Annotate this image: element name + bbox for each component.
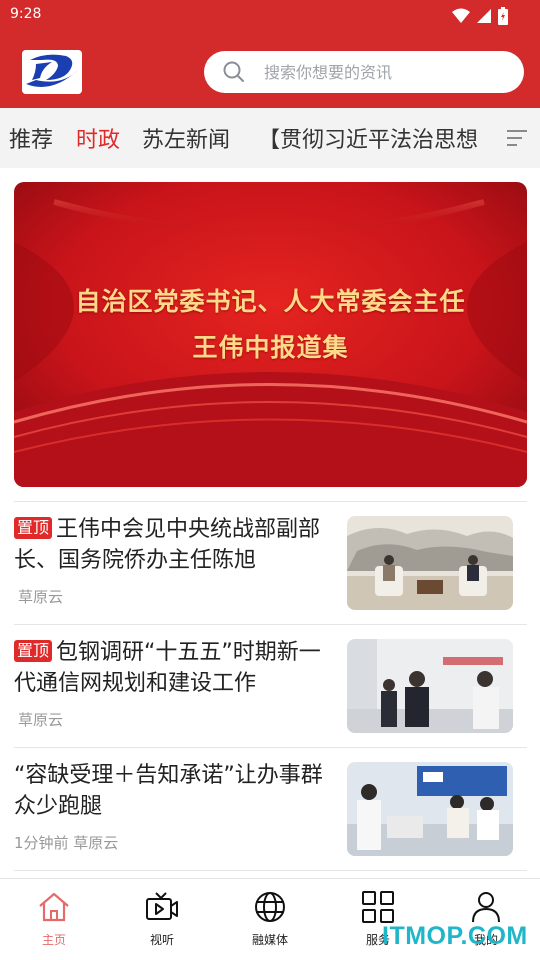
nav-home[interactable]: 主页: [14, 889, 94, 948]
tab-recommend[interactable]: 推荐: [9, 122, 53, 154]
nav-media[interactable]: 融媒体: [230, 889, 310, 948]
tab-menu-button[interactable]: [494, 108, 540, 168]
news-thumbnail: [347, 516, 513, 610]
grid-icon: [362, 891, 394, 923]
tab-rule-of-law[interactable]: 【贯彻习近平法治思想: [258, 122, 478, 154]
pinned-badge: 置顶: [14, 517, 53, 539]
search-bar[interactable]: [204, 51, 524, 93]
home-icon: [39, 892, 69, 922]
app-logo[interactable]: [22, 50, 82, 94]
tab-politics[interactable]: 时政: [76, 122, 120, 154]
user-icon: [472, 892, 500, 923]
menu-icon: [507, 130, 527, 146]
news-title-text: 包钢调研“十五五”时期新一代通信网规划和建设工作: [14, 640, 321, 696]
search-input[interactable]: [264, 62, 504, 82]
battery-icon: [498, 7, 508, 25]
channel-tabs: 推荐 时政 苏左新闻 【贯彻习近平法治思想: [0, 108, 540, 168]
news-item[interactable]: “容缺受理＋告知承诺”让办事群众少跑腿 1分钟前 草原云: [14, 748, 527, 870]
app-screen: 9:28 推荐 时政 苏左新闻 【: [0, 0, 540, 960]
nav-label: 融媒体: [251, 933, 288, 947]
news-source: 草原云: [18, 588, 64, 606]
status-icons: [452, 6, 508, 26]
news-meta: 1分钟前 草原云: [14, 834, 119, 852]
search-icon: [223, 61, 244, 82]
news-item[interactable]: 置顶 王伟中会见中央统战部副部长、国务院侨办主任陈旭 草原云: [14, 502, 527, 624]
video-icon: [146, 892, 178, 920]
tab-local-news[interactable]: 苏左新闻: [142, 122, 230, 154]
news-title: 置顶 包钢调研“十五五”时期新一代通信网规划和建设工作: [14, 637, 334, 699]
news-title: “容缺受理＋告知承诺”让办事群众少跑腿: [14, 763, 323, 819]
divider: [14, 870, 527, 871]
pinned-badge: 置顶: [14, 640, 53, 662]
news-title: 置顶 王伟中会见中央统战部副部长、国务院侨办主任陈旭: [14, 514, 334, 576]
news-source: 草原云: [18, 711, 64, 729]
featured-banner[interactable]: 自治区党委书记、人大常委会主任 王伟中报道集: [14, 182, 527, 487]
news-title-text: 王伟中会见中央统战部副部长、国务院侨办主任陈旭: [14, 517, 321, 573]
app-header: 9:28: [0, 0, 540, 108]
banner-title-line1: 自治区党委书记、人大常委会主任: [75, 287, 466, 316]
news-thumbnail: [347, 762, 513, 856]
banner-title-line2: 王伟中报道集: [192, 333, 349, 362]
nav-label: 主页: [41, 933, 66, 947]
wifi-icon: [452, 8, 470, 23]
news-thumbnail: [347, 639, 513, 733]
signal-icon: [477, 9, 491, 23]
status-time: 9:28: [10, 6, 42, 22]
status-bar: 9:28: [0, 0, 540, 32]
nav-label: 视听: [149, 933, 174, 947]
news-item[interactable]: 置顶 包钢调研“十五五”时期新一代通信网规划和建设工作 草原云: [14, 625, 527, 747]
watermark-text: ITMOP.COM: [382, 922, 528, 950]
globe-icon: [255, 892, 285, 922]
nav-video[interactable]: 视听: [122, 889, 202, 948]
